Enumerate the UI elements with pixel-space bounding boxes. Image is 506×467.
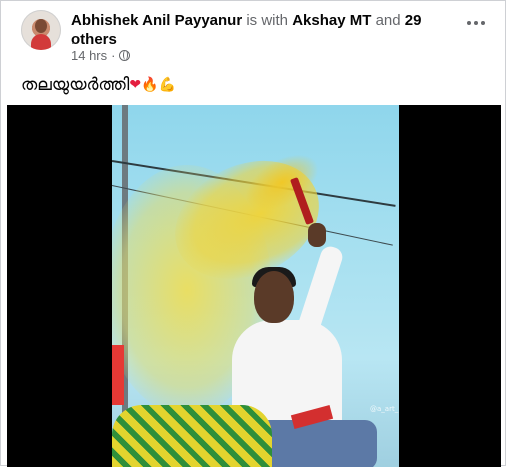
- heart-emoji-icon: ❤: [129, 77, 142, 93]
- video-frame[interactable]: @a_art_: [112, 105, 399, 467]
- and-text: and: [375, 12, 401, 29]
- dot-icon: [467, 21, 471, 25]
- author-name[interactable]: Abhishek Anil Payyanur: [71, 12, 242, 29]
- post-time[interactable]: 14 hrs: [71, 48, 107, 63]
- fire-emoji-icon: 🔥: [141, 77, 159, 93]
- person-face: [254, 271, 294, 323]
- meta-separator: ·: [111, 48, 116, 63]
- with-text: is with: [246, 12, 289, 29]
- avatar-shirt: [31, 34, 51, 50]
- patterned-cloth: [112, 405, 272, 467]
- person-jeans: [257, 420, 377, 467]
- caption-text: തലയുയർത്തി: [21, 75, 130, 95]
- dot-icon: [481, 21, 485, 25]
- flexed-biceps-emoji-icon: 💪: [158, 77, 176, 93]
- tagged-user[interactable]: Akshay MT: [292, 12, 371, 29]
- post-caption: തലയുയർത്തി ❤ 🔥 💪: [21, 75, 176, 95]
- post-card: Abhishek Anil Payyanur is with Akshay MT…: [0, 0, 506, 467]
- globe-icon[interactable]: [119, 50, 131, 61]
- dot-icon: [474, 21, 478, 25]
- hand: [308, 223, 326, 247]
- red-flag: [112, 345, 124, 405]
- author-avatar[interactable]: [21, 10, 61, 50]
- header-dot: .: [71, 32, 75, 47]
- avatar-head: [35, 19, 47, 33]
- more-options-button[interactable]: [461, 13, 491, 33]
- video-player[interactable]: @a_art_: [7, 105, 501, 467]
- post-meta: 14 hrs ·: [71, 48, 131, 63]
- video-watermark: @a_art_: [370, 405, 399, 413]
- post-header: Abhishek Anil Payyanur is with Akshay MT…: [71, 11, 445, 49]
